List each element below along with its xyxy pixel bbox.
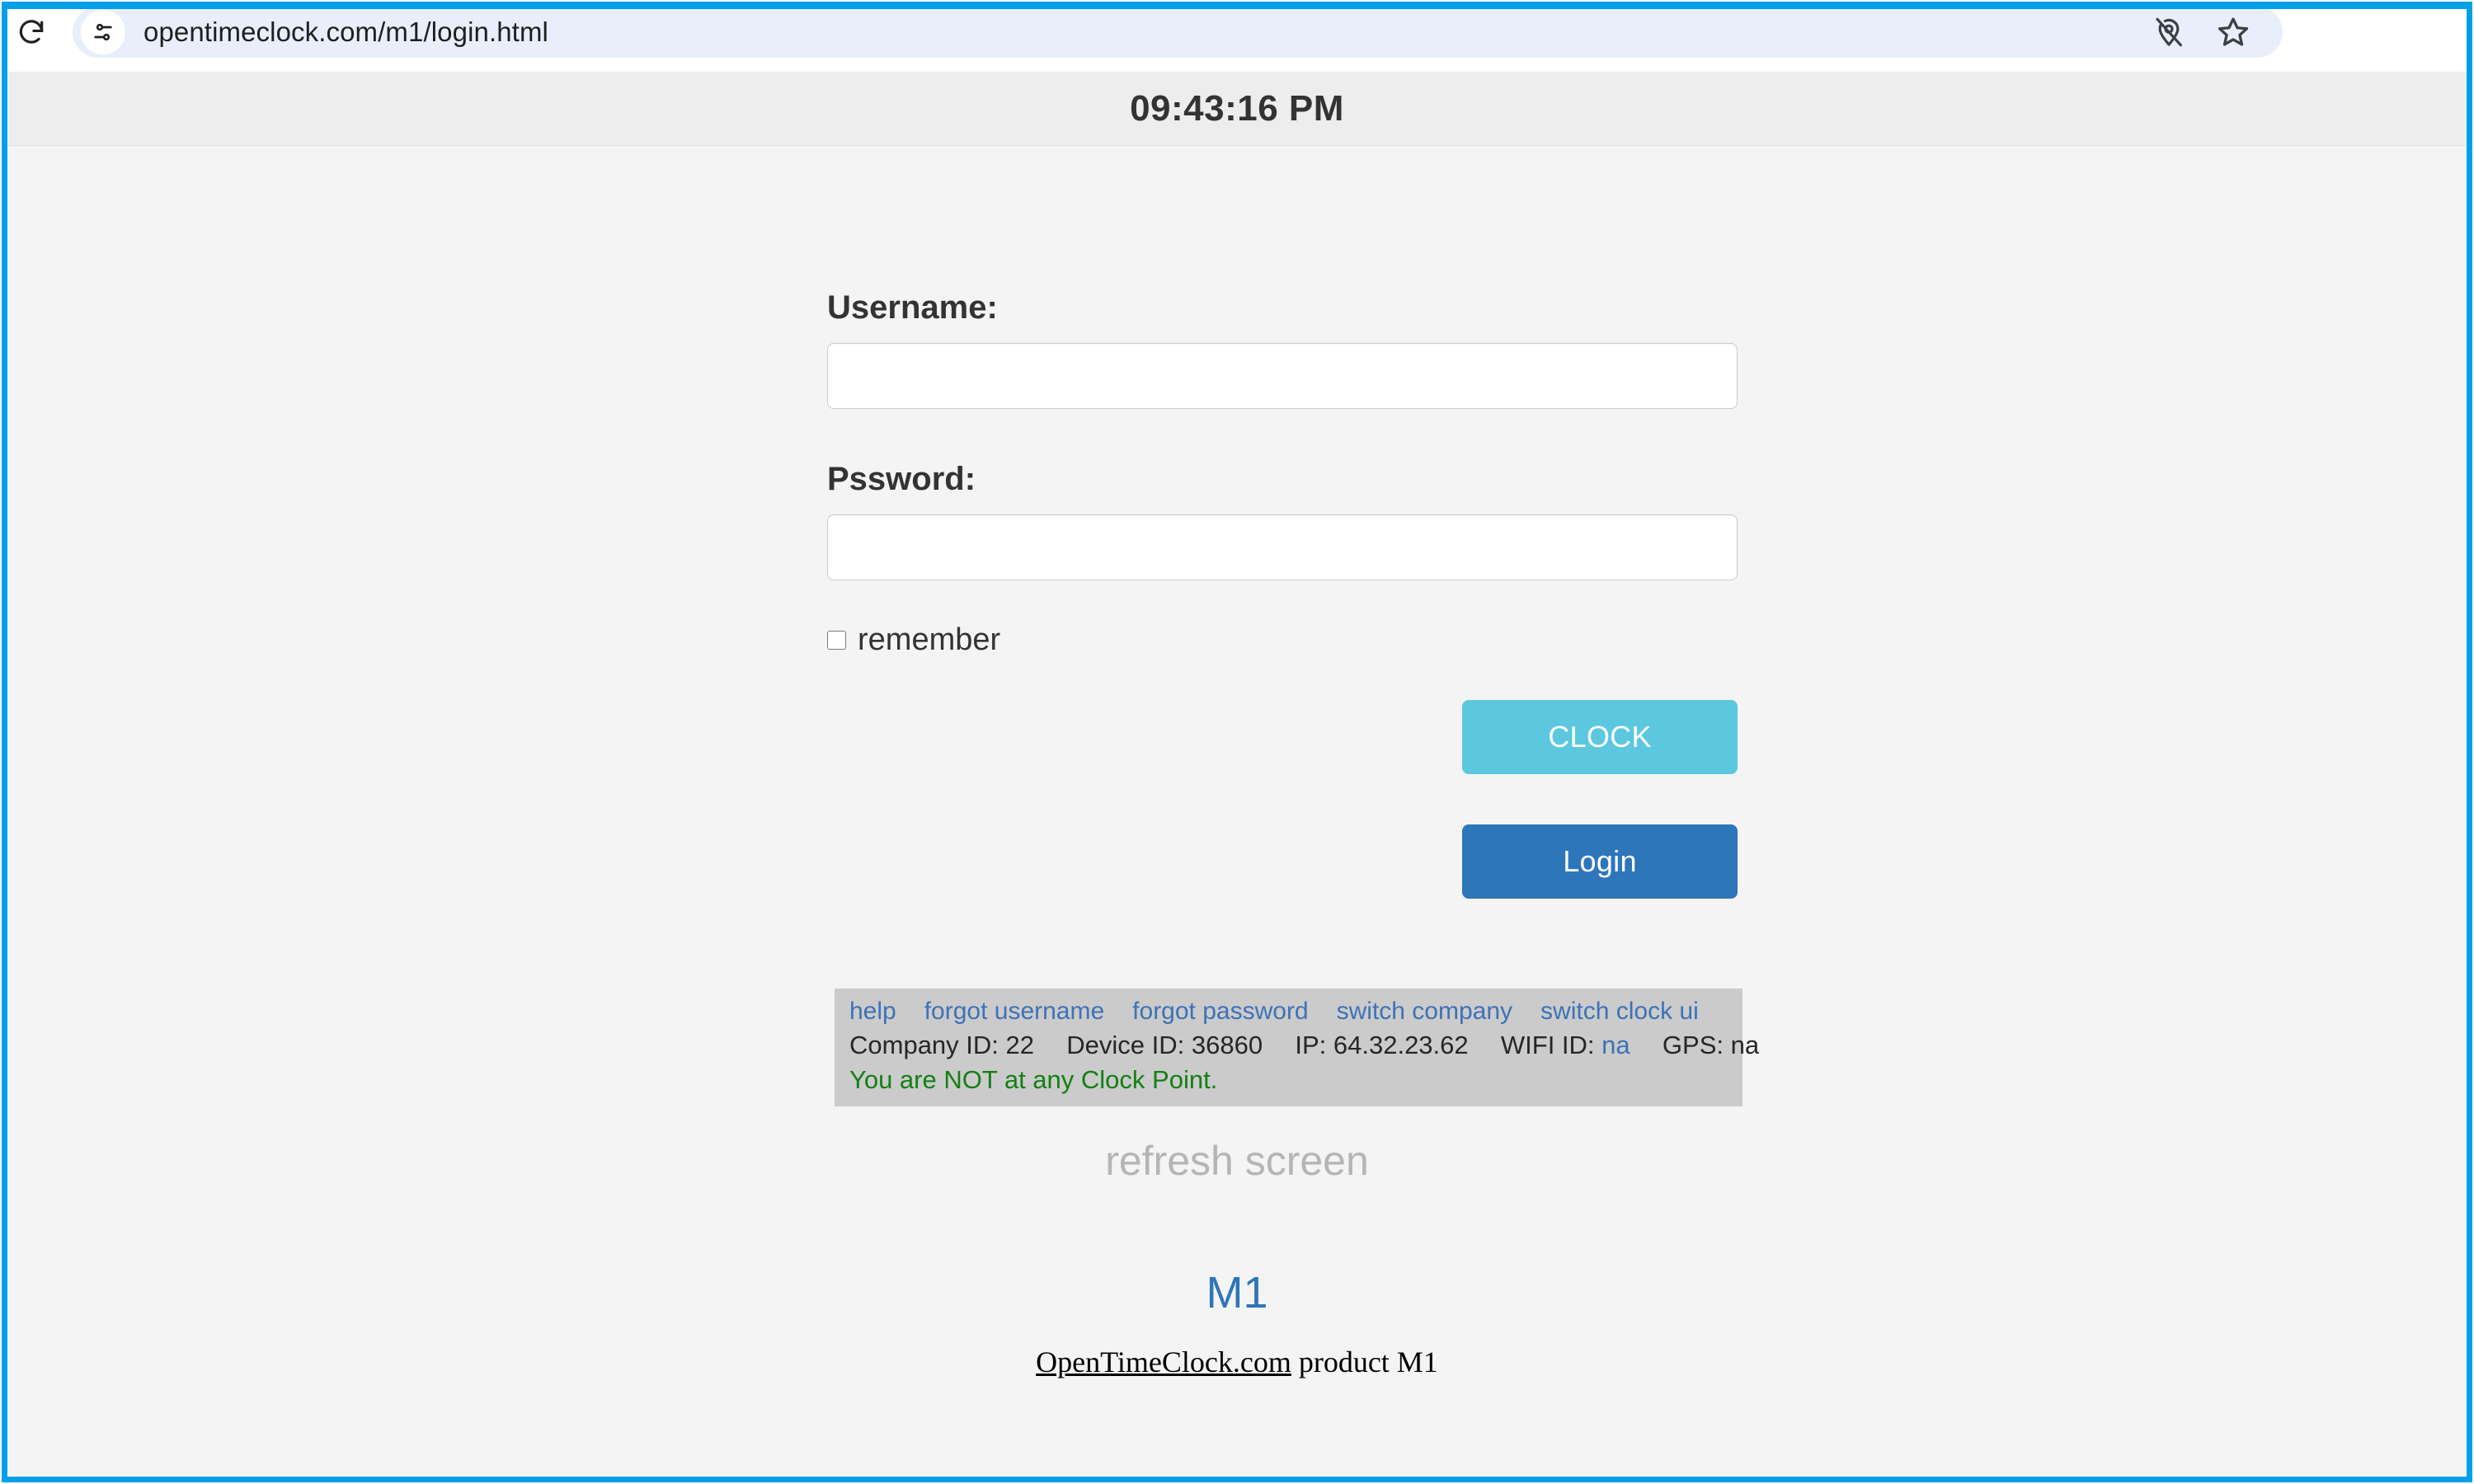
remember-label[interactable]: remember	[858, 622, 1000, 658]
current-time: 09:43:16 PM	[1130, 87, 1344, 129]
toolbar-actions	[2149, 12, 2268, 52]
address-bar[interactable]: opentimeclock.com/m1/login.html	[73, 7, 2283, 58]
wifi-id-label: WIFI ID:	[1500, 1031, 1595, 1060]
device-id-label: Device ID:	[1066, 1031, 1185, 1060]
ip-label: IP:	[1295, 1031, 1327, 1060]
location-blocked-icon	[2156, 17, 2182, 47]
location-blocked-button[interactable]	[2149, 12, 2189, 52]
site-settings-button[interactable]	[81, 10, 125, 54]
clock-point-status: You are NOT at any Clock Point.	[849, 1065, 1218, 1095]
username-input[interactable]	[827, 343, 1738, 409]
url-text[interactable]: opentimeclock.com/m1/login.html	[143, 16, 2149, 48]
opentimeclock-link[interactable]: OpenTimeClock.com	[1036, 1345, 1291, 1378]
login-button[interactable]: Login	[1462, 824, 1738, 899]
company-id-value: 22	[1005, 1031, 1035, 1060]
username-label: Username:	[827, 289, 998, 326]
reload-button[interactable]	[7, 7, 56, 57]
site-settings-sliders-icon	[94, 23, 112, 41]
wifi-id-value[interactable]: na	[1602, 1031, 1630, 1059]
link-switch-company[interactable]: switch company	[1337, 995, 1512, 1028]
device-meta: Company ID: 22 Device ID: 36860 IP: 64.3…	[849, 1028, 1759, 1063]
clock-button[interactable]: CLOCK	[1462, 700, 1738, 774]
browser-toolbar: opentimeclock.com/m1/login.html	[0, 0, 2474, 64]
bookmark-button[interactable]	[2213, 12, 2253, 52]
browser-window: opentimeclock.com/m1/login.html 09:43:16…	[0, 0, 2474, 1484]
product-tag: M1	[1206, 1268, 1268, 1317]
link-forgot-username[interactable]: forgot username	[924, 995, 1104, 1028]
gps-value: na	[1730, 1031, 1760, 1060]
refresh-screen-button[interactable]: refresh screen	[7, 1137, 2467, 1185]
password-input[interactable]	[827, 514, 1738, 580]
password-label: Pssword:	[827, 461, 976, 497]
info-links: help forgot username forgot password swi…	[849, 995, 1728, 1028]
page-content: 09:43:16 PM Username: Pssword: remember …	[7, 72, 2467, 1475]
ip-value: 64.32.23.62	[1333, 1031, 1469, 1060]
gps-label: GPS:	[1662, 1031, 1724, 1060]
company-id-label: Company ID:	[849, 1031, 999, 1060]
footer-line: OpenTimeClock.com product M1	[7, 1345, 2467, 1379]
remember-row: remember	[827, 622, 1000, 658]
link-forgot-password[interactable]: forgot password	[1132, 995, 1308, 1028]
device-id-value: 36860	[1191, 1031, 1263, 1060]
reload-icon	[19, 20, 44, 44]
link-help[interactable]: help	[849, 995, 896, 1028]
info-panel: help forgot username forgot password swi…	[835, 989, 1759, 1106]
link-switch-clock-ui[interactable]: switch clock ui	[1540, 995, 1699, 1028]
bookmark-star-icon	[2218, 17, 2249, 46]
footer-product-text: product M1	[1291, 1345, 1438, 1378]
clock-header: 09:43:16 PM	[7, 72, 2467, 146]
remember-checkbox[interactable]	[827, 631, 846, 650]
